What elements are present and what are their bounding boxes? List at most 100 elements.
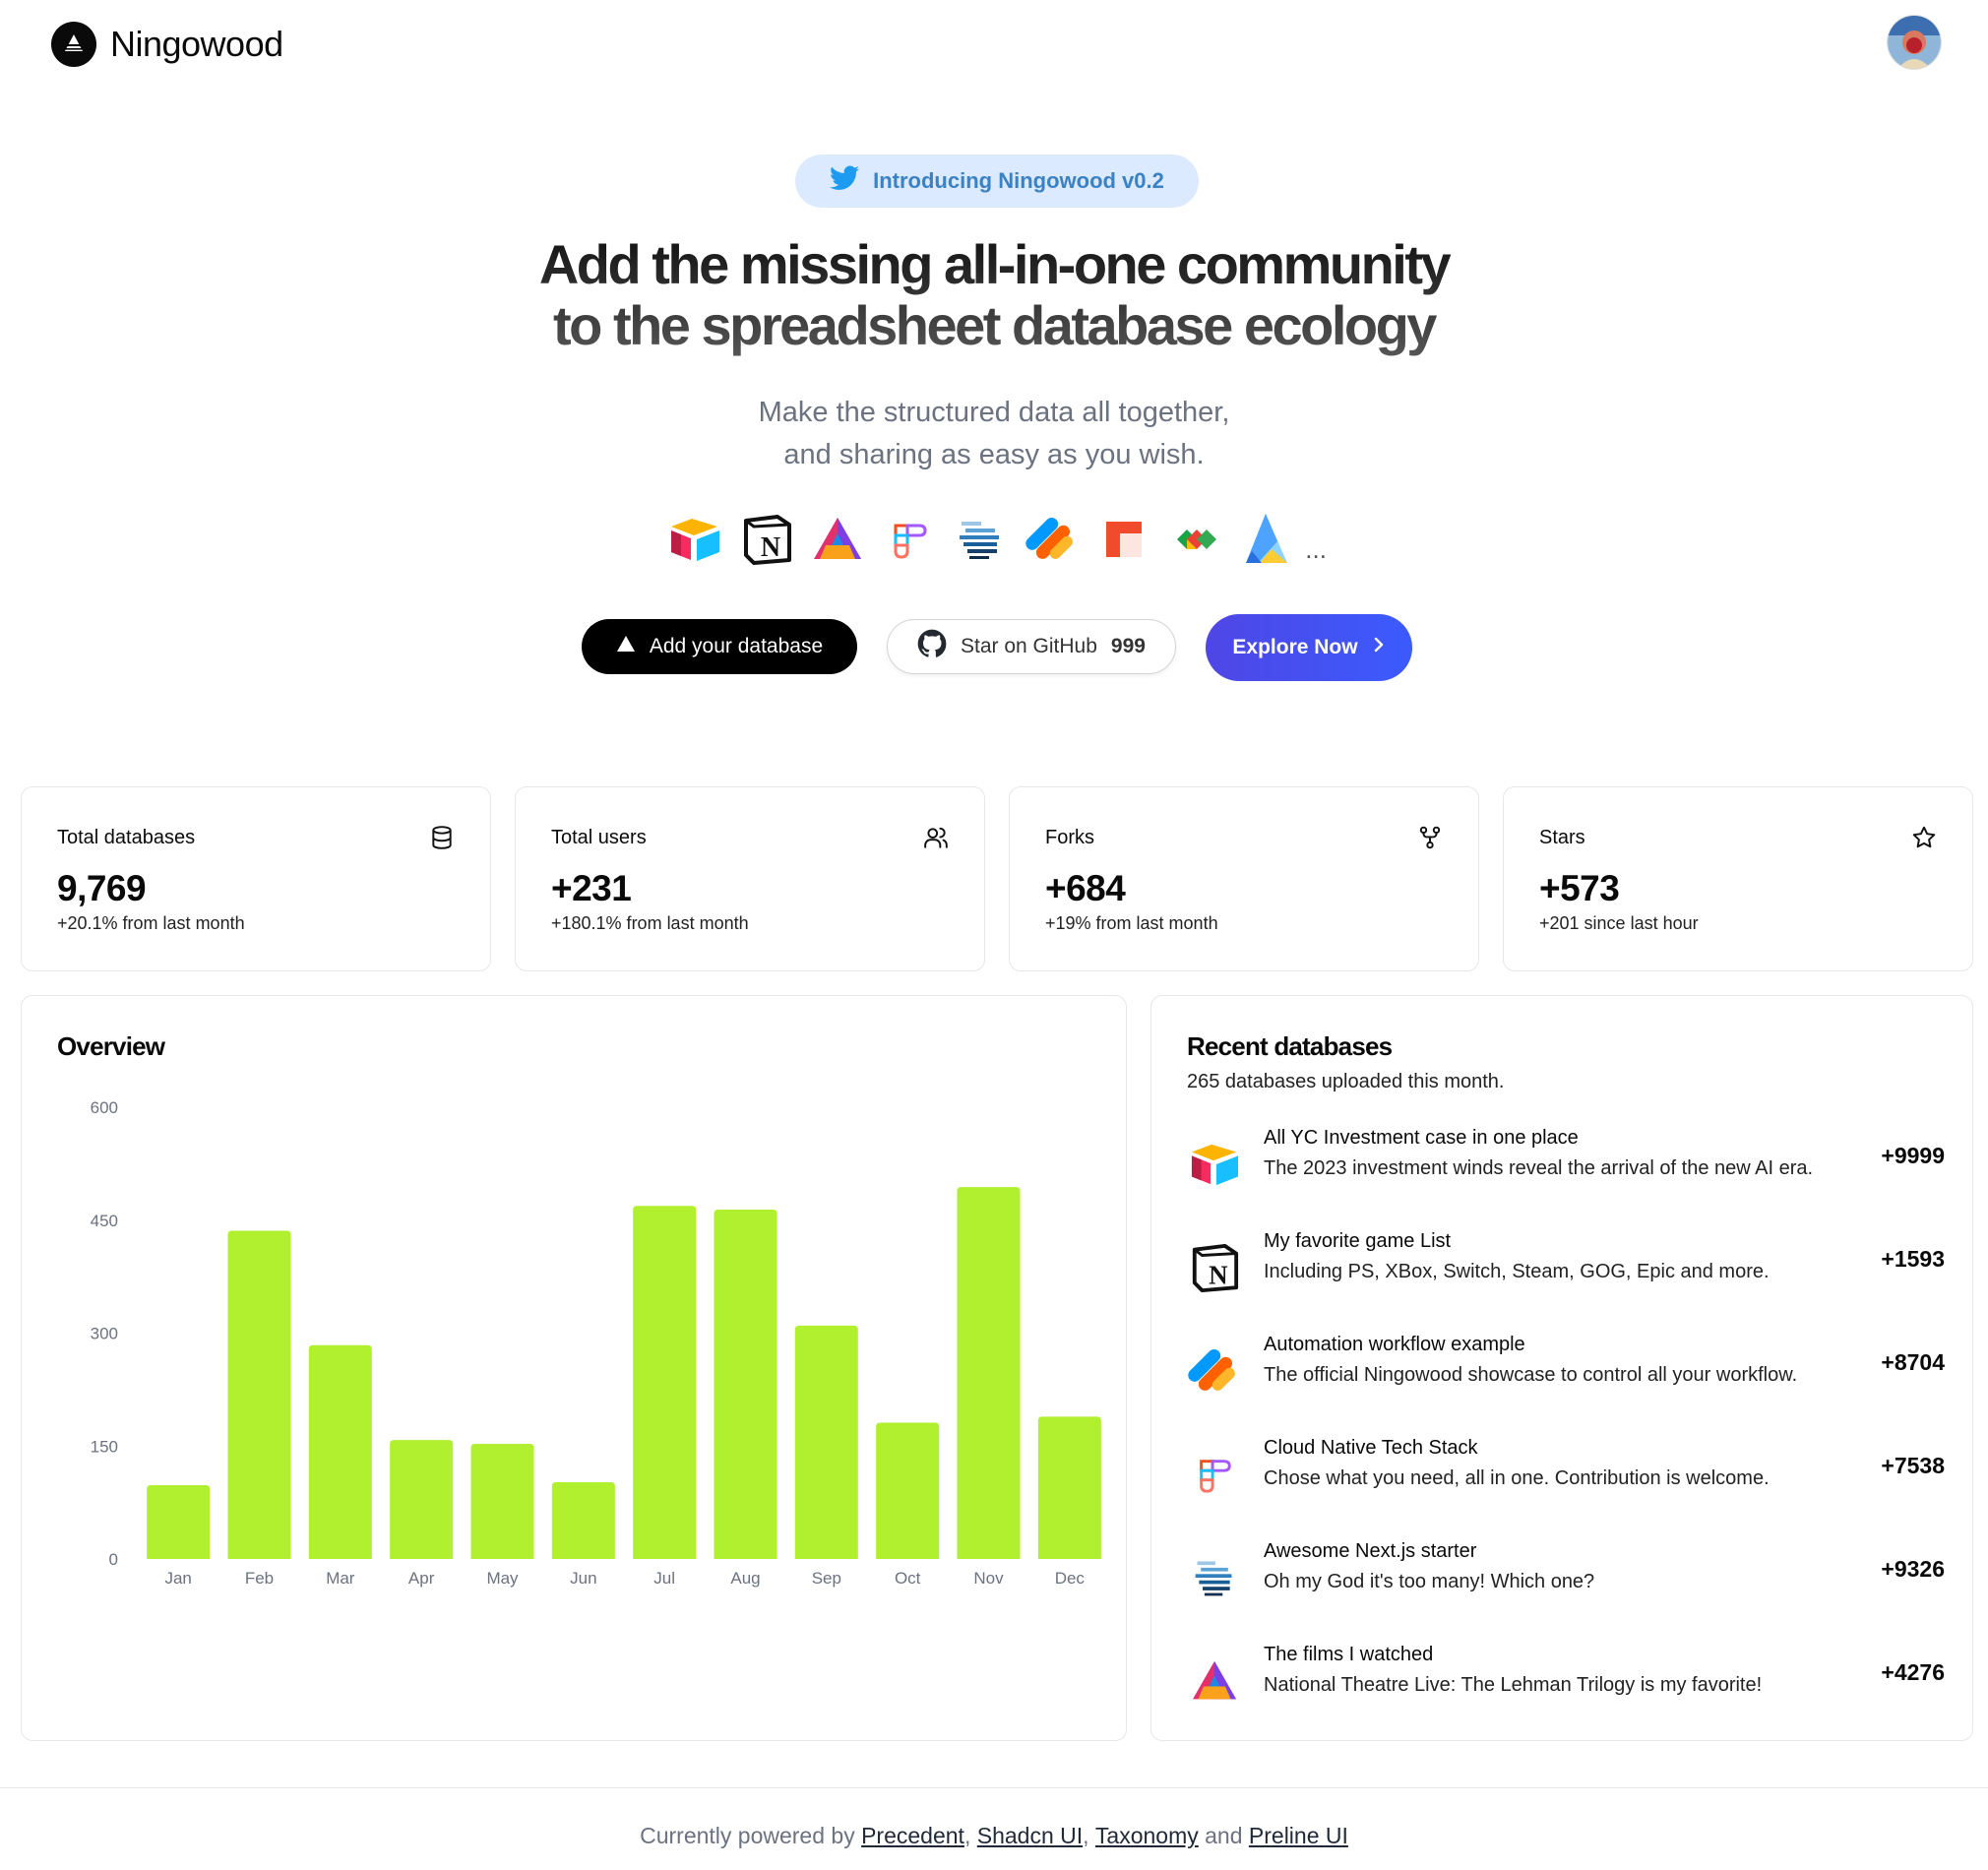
vercel-icon <box>1240 512 1293 567</box>
recent-item-title: Cloud Native Tech Stack <box>1264 1437 1478 1459</box>
chevron-right-icon <box>1372 636 1386 659</box>
notion-icon: N <box>740 512 793 567</box>
more-integrations: ... <box>1305 533 1327 564</box>
recent-item-amount: +1593 <box>1881 1246 1945 1272</box>
recent-item-nextjs[interactable]: Awesome Next.js starter Oh my God it's t… <box>1187 1540 1945 1619</box>
footer-divider <box>0 1787 1988 1788</box>
logo-text: Ningowood <box>110 24 283 64</box>
twitter-icon <box>830 165 860 197</box>
figma-icon <box>1187 1447 1242 1502</box>
notion-icon: N <box>1187 1240 1242 1295</box>
recent-item-films[interactable]: The films I watched National Theatre Liv… <box>1187 1644 1945 1722</box>
add-database-label: Add your database <box>649 635 824 657</box>
recent-item-amount: +7538 <box>1881 1453 1945 1478</box>
bar-aug[interactable] <box>714 1210 777 1559</box>
triangle-icon <box>616 635 636 658</box>
stat-sub: +201 since last hour <box>1539 913 1699 933</box>
integration-icons: N ... <box>667 508 1327 571</box>
ningowood-logo-icon <box>51 22 96 67</box>
recent-databases-card: Recent databases 265 databases uploaded … <box>1150 995 1973 1741</box>
bar-feb[interactable] <box>227 1230 291 1559</box>
user-avatar[interactable] <box>1888 16 1941 69</box>
announcement-badge[interactable]: Introducing Ningowood v0.2 <box>795 155 1199 208</box>
stat-title: Total databases <box>57 827 196 848</box>
coda-icon <box>811 512 864 567</box>
x-tick-label: May <box>486 1569 519 1588</box>
recent-item-games[interactable]: N My favorite game List Including PS, XB… <box>1187 1230 1945 1309</box>
bar-apr[interactable] <box>390 1440 454 1559</box>
hero-subtitle: Make the structured data all together, a… <box>0 392 1988 476</box>
bar-nov[interactable] <box>957 1187 1021 1559</box>
y-tick-label: 150 <box>91 1437 118 1456</box>
footer-link-shadcn[interactable]: Shadcn UI <box>977 1823 1083 1848</box>
recent-subtitle: 265 databases uploaded this month. <box>1187 1071 1505 1092</box>
users-icon <box>923 825 949 850</box>
y-tick-label: 450 <box>91 1212 118 1230</box>
add-database-button[interactable]: Add your database <box>582 619 857 674</box>
recent-item-title: All YC Investment case in one place <box>1264 1127 1579 1149</box>
bar-jun[interactable] <box>551 1481 615 1559</box>
logo[interactable]: Ningowood <box>51 22 283 67</box>
x-tick-label: Apr <box>408 1569 435 1588</box>
recent-item-title: Automation workflow example <box>1264 1334 1525 1355</box>
x-tick-label: Jul <box>653 1569 675 1588</box>
bar-dec[interactable] <box>1037 1416 1101 1559</box>
stat-card-users: Total users +231 +180.1% from last month <box>515 786 985 971</box>
bar-may[interactable] <box>470 1443 534 1559</box>
stat-sub: +180.1% from last month <box>551 913 749 933</box>
bar-jan[interactable] <box>147 1485 211 1559</box>
github-star-label: Star on GitHub <box>961 635 1097 657</box>
footer-link-preline[interactable]: Preline UI <box>1249 1823 1348 1848</box>
x-tick-label: Nov <box>973 1569 1004 1588</box>
footer-link-precedent[interactable]: Precedent <box>861 1823 964 1848</box>
recent-item-amount: +4276 <box>1881 1659 1945 1685</box>
gitlab-arrow-icon <box>1169 512 1222 567</box>
footer-link-taxonomy[interactable]: Taxonomy <box>1095 1823 1199 1848</box>
svg-text:N: N <box>761 532 780 563</box>
bar-mar[interactable] <box>308 1344 372 1559</box>
coda-icon <box>1187 1653 1242 1709</box>
recent-item-yc[interactable]: All YC Investment case in one place The … <box>1187 1127 1945 1206</box>
stat-value: +231 <box>551 868 632 908</box>
x-tick-label: Sep <box>812 1569 841 1588</box>
overview-bar-chart: 600 450 300 150 0 Jan Feb Mar Apr May Jun Jul Aug Sep… <box>91 1098 1101 1588</box>
bar-oct[interactable] <box>876 1422 940 1559</box>
stat-title: Stars <box>1539 827 1585 848</box>
recent-item-desc: Oh my God it's too many! Which one? <box>1264 1571 1595 1592</box>
recent-title: Recent databases <box>1187 1031 1393 1061</box>
hero-subtitle-line-1: Make the structured data all together, <box>758 397 1230 428</box>
recent-item-amount: +9326 <box>1881 1556 1945 1582</box>
stack-icon <box>954 512 1007 567</box>
x-tick-label: Oct <box>895 1569 921 1588</box>
footer-sep: , <box>963 1823 971 1848</box>
airtable-icon <box>667 512 722 567</box>
stat-card-forks: Forks +684 +19% from last month <box>1009 786 1479 971</box>
y-tick-label: 600 <box>91 1098 118 1117</box>
explore-now-button[interactable]: Explore Now <box>1206 614 1412 681</box>
recent-item-amount: +8704 <box>1881 1349 1945 1375</box>
stat-card-databases: Total databases 9,769 +20.1% from last m… <box>21 786 491 971</box>
x-tick-label: Dec <box>1055 1569 1086 1588</box>
x-tick-label: Aug <box>730 1569 760 1588</box>
recent-item-automation[interactable]: Automation workflow example The official… <box>1187 1334 1945 1412</box>
github-star-button[interactable]: Star on GitHub 999 <box>887 619 1176 674</box>
bar-sep[interactable] <box>794 1325 858 1559</box>
stat-value: +684 <box>1045 868 1126 908</box>
stat-value: 9,769 <box>57 868 147 908</box>
jotform-icon <box>1187 1343 1242 1399</box>
recent-item-cloud-native[interactable]: Cloud Native Tech Stack Chose what you n… <box>1187 1437 1945 1516</box>
stat-sub: +19% from last month <box>1045 913 1218 933</box>
bar-jul[interactable] <box>633 1206 697 1559</box>
jotform-icon <box>1025 512 1080 567</box>
github-icon <box>917 629 947 664</box>
hero-title-line-1: Add the missing all-in-one community <box>538 233 1450 295</box>
star-icon <box>1911 825 1937 850</box>
recent-item-title: My favorite game List <box>1264 1230 1452 1252</box>
stat-sub: +20.1% from last month <box>57 913 245 933</box>
announcement-text: Introducing Ningowood v0.2 <box>873 168 1164 193</box>
footer-and: and <box>1205 1823 1243 1848</box>
recent-item-amount: +9999 <box>1881 1143 1945 1168</box>
airtable-icon <box>1187 1137 1242 1192</box>
recent-item-desc: Chose what you need, all in one. Contrib… <box>1264 1467 1770 1489</box>
stat-card-stars: Stars +573 +201 since last hour <box>1503 786 1973 971</box>
